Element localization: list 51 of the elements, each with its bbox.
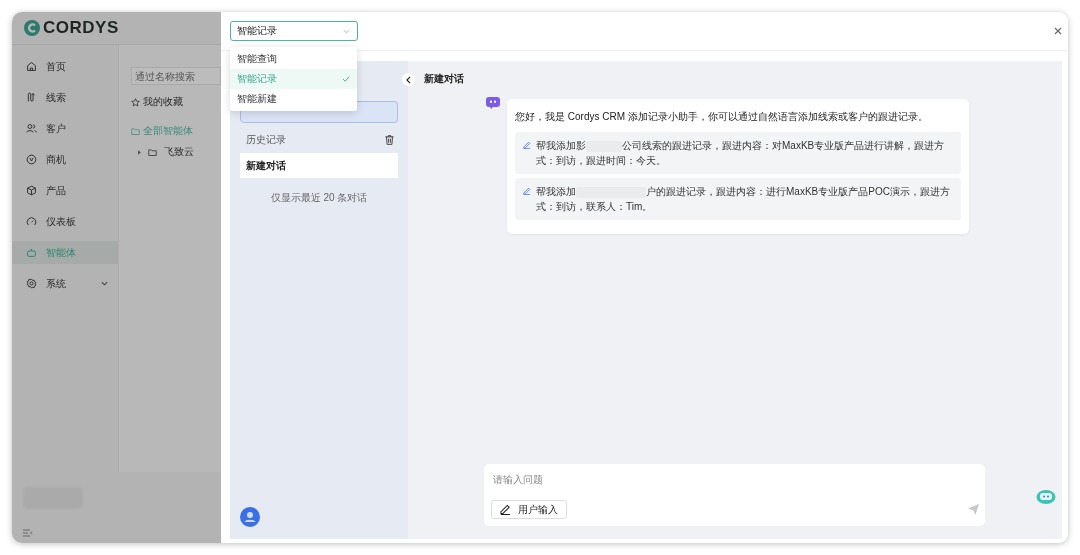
folder-icon — [148, 147, 157, 157]
suggestion-prompt[interactable]: 帮我添加 户的跟进记录，跟进内容：进行MaxKB专业版产品POC演示，跟进方式：到访，联系人：Tim。 — [515, 178, 961, 220]
star-icon — [131, 97, 140, 107]
send-icon[interactable] — [967, 503, 980, 516]
folder-icon — [131, 126, 140, 136]
dropdown-option[interactable]: 智能新建 — [230, 89, 357, 109]
history-item[interactable]: 新建对话 — [240, 153, 398, 178]
nav-item[interactable]: 商机 — [12, 148, 118, 171]
robot-icon[interactable] — [1036, 488, 1056, 504]
nav-item[interactable]: 系统 — [12, 272, 118, 295]
nav-item[interactable]: 客户 — [12, 117, 118, 140]
search-field[interactable]: 通过名称搜索 — [131, 67, 221, 85]
chat-title: 新建对话 — [424, 72, 465, 86]
chevron-down-icon — [343, 28, 350, 34]
bot-icon — [486, 97, 500, 109]
users-icon — [26, 123, 37, 134]
path-icon — [26, 92, 37, 103]
agent-select[interactable]: 智能记录 — [230, 21, 358, 41]
nav-item[interactable]: 首页 — [12, 55, 118, 78]
trash-icon[interactable] — [385, 135, 394, 145]
dropdown-option[interactable]: 智能查询 — [230, 49, 357, 69]
greeting-text: 您好，我是 Cordys CRM 添加记录小助手，你可以通过自然语言添加线索或客户的跟进记录。 — [515, 110, 929, 124]
cube-icon — [26, 185, 37, 196]
pen-icon — [523, 187, 531, 195]
logo-icon — [24, 20, 40, 36]
agent-list-item[interactable]: 飞致云 — [131, 142, 221, 162]
robot-icon — [26, 247, 37, 258]
home-icon — [26, 61, 37, 72]
close-icon[interactable] — [1054, 27, 1062, 35]
suggestion-prompt[interactable]: 帮我添加影 公司线索的跟进记录，跟进内容：对MaxKB专业版产品进行讲解，跟进方式：到访，跟进时间：今天。 — [515, 132, 961, 174]
history-title: 历史记录 — [246, 133, 286, 147]
target-icon — [26, 154, 37, 165]
caret-icon — [138, 149, 141, 155]
nav-item[interactable]: 产品 — [12, 179, 118, 202]
collapse-icon[interactable] — [23, 529, 33, 537]
question-field[interactable]: 请输入问题 — [491, 472, 695, 487]
gear-icon — [26, 278, 37, 289]
pencil-icon — [500, 504, 511, 515]
pen-icon — [523, 141, 531, 149]
nav-item[interactable]: 线索 — [12, 86, 118, 109]
agent-list-item[interactable]: 我的收藏 — [131, 92, 221, 112]
logo-text: CORDYS — [43, 18, 119, 38]
history-note: 仅显示最近 20 条对话 — [269, 191, 369, 205]
suggestion-text: 帮我添加 户的跟进记录，跟进内容：进行MaxKB专业版产品POC演示，跟进方式：到访，联系人：Tim。 — [536, 185, 951, 214]
user-avatar-icon[interactable] — [240, 507, 260, 527]
suggestion-text: 帮我添加影 公司线索的跟进记录，跟进内容：对MaxKB专业版产品进行讲解，跟进方式：到访，跟进时间：今天。 — [536, 139, 946, 168]
gauge-icon — [26, 216, 37, 227]
user-input-button[interactable]: 用户输入 — [491, 500, 567, 519]
nav-item[interactable]: 仪表板 — [12, 210, 118, 233]
check-icon — [342, 76, 350, 82]
chevron-left-icon — [406, 75, 411, 84]
